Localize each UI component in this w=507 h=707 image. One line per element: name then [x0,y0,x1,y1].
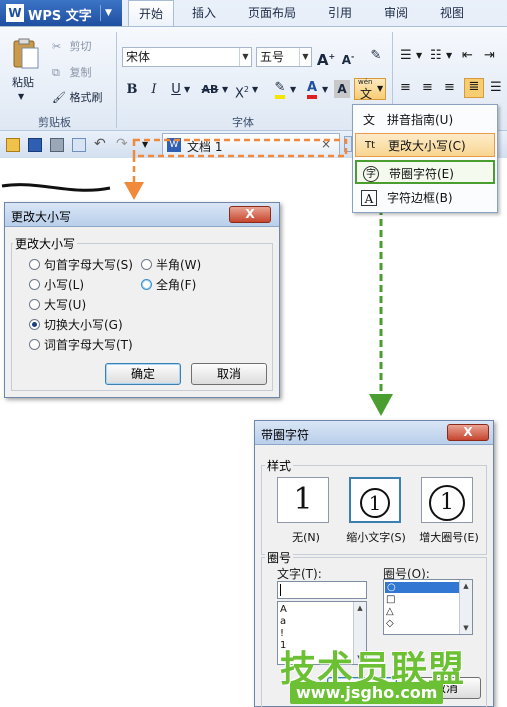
list-item[interactable]: □ [386,594,395,605]
option-uppercase[interactable]: 大写(U) [29,297,86,313]
scroll-up-icon[interactable]: ▲ [460,580,472,592]
orange-dashed-frame [132,138,348,158]
menu-item-phonetic-guide[interactable]: 文 拼音指南(U) [355,108,495,132]
option-lowercase[interactable]: 小写(L) [29,277,84,293]
radio-icon [141,279,152,290]
style-shrink-text-option[interactable]: 1 [349,477,401,523]
close-button[interactable]: X [447,424,489,441]
change-case-legend: 更改大小写 [13,235,78,252]
scrollbar[interactable]: ▲ ▼ [459,580,472,634]
option-title-case[interactable]: 词首字母大写(T) [29,337,133,353]
char-border-icon: A [361,190,377,206]
dialog-title: 更改大小写 [11,210,72,224]
radio-icon [29,259,40,270]
phonetic-dropdown-menu: 文 拼音指南(U) Tt 更改大小写(C) 字 带圈字符(E) A 字符边框(B… [352,104,498,213]
radio-icon [29,339,40,350]
text-cursor [280,584,281,596]
dialog-titlebar[interactable]: 更改大小写 X [5,203,279,227]
change-case-icon: Tt [364,140,376,151]
green-arrow-head [369,394,393,416]
style-none-option[interactable]: 1 [277,477,329,523]
option-toggle-case[interactable]: 切换大小写(G) [29,317,123,333]
option-full-width[interactable]: 全角(F) [141,277,196,293]
radio-icon [29,279,40,290]
option-sentence-case[interactable]: 句首字母大写(S) [29,257,133,273]
text-input[interactable] [277,581,367,599]
option-half-width[interactable]: 半角(W) [141,257,201,273]
list-item[interactable]: a [280,616,286,627]
enclosed-char-icon: 字 [363,166,379,182]
style-enlarge-label: 增大圈号(E) [419,531,479,544]
menu-item-change-case[interactable]: Tt 更改大小写(C) [355,133,495,157]
style-enlarge-symbol-option[interactable]: 1 [421,477,473,523]
menu-item-char-border[interactable]: A 字符边框(B) [355,186,495,210]
radio-icon [29,299,40,310]
close-button[interactable]: X [229,206,271,223]
list-item-selected[interactable]: ○ [385,582,459,593]
list-item[interactable]: △ [386,606,394,617]
symbol-listbox[interactable]: ○ □ △ ◇ ▲ ▼ [383,579,473,635]
orange-arrow-head [124,182,144,200]
style-none-label: 无(N) [292,531,320,544]
phonetic-icon: 文 [362,113,375,127]
radio-icon [141,259,152,270]
menu-item-enclosed-char[interactable]: 字 带圈字符(E) [355,160,495,184]
radio-selected-icon [29,319,40,330]
change-case-dialog: 更改大小写 X 更改大小写 句首字母大写(S) 小写(L) 大写(U) 切换大小… [4,202,280,398]
dialog-titlebar[interactable]: 带圈字符 X [255,421,493,445]
list-item[interactable]: ◇ [386,618,394,629]
ok-button[interactable]: 确定 [105,363,181,385]
list-item[interactable]: A [280,604,287,615]
scroll-down-icon[interactable]: ▼ [460,622,472,634]
text-label: 文字(T): [277,567,322,581]
style-legend: 样式 [265,457,294,474]
cancel-button[interactable]: 取消 [191,363,267,385]
scroll-up-icon[interactable]: ▲ [354,602,366,614]
watermark-url: www.jsgho.com [290,682,444,704]
decorative-stroke [1,183,111,192]
style-shrink-label: 缩小文字(S) [346,531,406,544]
list-item[interactable]: ! [280,628,284,639]
dialog-title: 带圈字符 [261,428,310,442]
enclosure-legend: 圈号 [265,549,294,566]
